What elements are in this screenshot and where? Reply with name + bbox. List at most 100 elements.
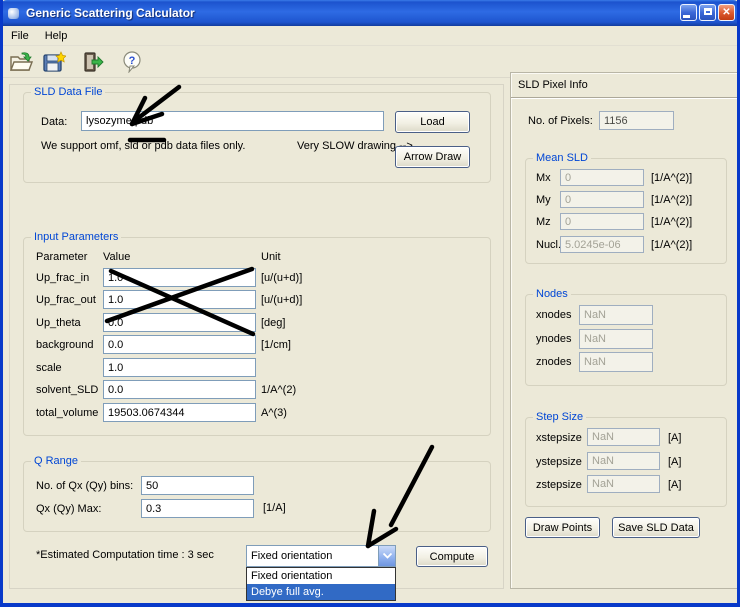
menu-help[interactable]: Help	[37, 28, 76, 44]
param-label: scale	[36, 362, 62, 374]
param-input-total-volume[interactable]	[103, 403, 256, 422]
minimize-button[interactable]	[680, 4, 697, 21]
xnodes-label: xnodes	[536, 309, 571, 321]
xnodes-field	[579, 305, 653, 325]
param-unit: [u/(u+d)]	[261, 294, 302, 306]
znodes-field	[579, 352, 653, 372]
maximize-button[interactable]	[699, 4, 716, 21]
draw-points-button[interactable]: Draw Points	[525, 517, 600, 538]
mz-unit: [1/A^(2)]	[651, 216, 692, 228]
no-of-pixels-label: No. of Pixels:	[528, 115, 593, 127]
app-icon	[8, 8, 19, 19]
close-button[interactable]: ✕	[718, 4, 735, 21]
col-header-parameter: Parameter	[36, 251, 87, 263]
help-button[interactable]: ?	[119, 49, 145, 75]
param-label: solvent_SLD	[36, 384, 98, 396]
step-size-group-title: Step Size	[533, 411, 586, 423]
q-bins-input[interactable]	[141, 476, 254, 495]
q-max-label: Qx (Qy) Max:	[36, 503, 101, 515]
help-icon: ?	[121, 51, 143, 73]
menu-bar: File Help	[3, 26, 737, 46]
save-sld-data-button[interactable]: Save SLD Data	[612, 517, 700, 538]
my-unit: [1/A^(2)]	[651, 194, 692, 206]
estimated-time-text: *Estimated Computation time : 3 sec	[36, 549, 214, 561]
nodes-group-title: Nodes	[533, 288, 571, 300]
input-parameters-group-title: Input Parameters	[31, 231, 121, 243]
mx-field	[560, 169, 644, 186]
mz-field	[560, 213, 644, 230]
param-label: Up_theta	[36, 317, 81, 329]
param-input-background[interactable]	[103, 335, 256, 354]
minimize-icon	[683, 15, 690, 18]
svg-text:?: ?	[129, 55, 136, 67]
orientation-option-debye[interactable]: Debye full avg.	[247, 584, 395, 600]
q-range-group: Q Range	[23, 461, 491, 532]
param-unit: [deg]	[261, 317, 285, 329]
file-support-note: We support omf, sld or pdb data files on…	[41, 140, 245, 152]
param-input-up-theta[interactable]	[103, 313, 256, 332]
mz-label: Mz	[536, 216, 551, 228]
ynodes-field	[579, 329, 653, 349]
mean-sld-group-title: Mean SLD	[533, 152, 591, 164]
app-window: Generic Scattering Calculator ✕ File Hel…	[0, 0, 740, 607]
ystepsize-label: ystepsize	[536, 456, 582, 468]
param-unit: [1/cm]	[261, 339, 291, 351]
param-input-solvent-sld[interactable]	[103, 380, 256, 399]
arrow-draw-button[interactable]: Arrow Draw	[395, 146, 470, 168]
menu-file[interactable]: File	[3, 28, 37, 44]
param-label: background	[36, 339, 94, 351]
compute-button[interactable]: Compute	[416, 546, 488, 567]
q-range-group-title: Q Range	[31, 455, 81, 467]
open-file-button[interactable]	[8, 49, 34, 75]
save-file-button[interactable]	[41, 49, 67, 75]
q-max-unit: [1/A]	[263, 502, 286, 514]
mx-label: Mx	[536, 172, 551, 184]
ynodes-label: ynodes	[536, 333, 571, 345]
nucl-field	[560, 236, 644, 253]
data-file-input[interactable]	[81, 111, 384, 131]
param-label: Up_frac_in	[36, 272, 89, 284]
zstepsize-unit: [A]	[668, 479, 681, 491]
orientation-select[interactable]: Fixed orientation	[246, 545, 396, 567]
znodes-label: znodes	[536, 356, 571, 368]
exit-button[interactable]	[80, 49, 106, 75]
xstepsize-unit: [A]	[668, 432, 681, 444]
chevron-down-icon	[383, 553, 392, 559]
window-title: Generic Scattering Calculator	[26, 6, 195, 20]
load-button[interactable]: Load	[395, 111, 470, 133]
data-label: Data:	[41, 116, 67, 128]
sld-data-file-group: SLD Data File	[23, 92, 491, 183]
col-header-value: Value	[103, 251, 130, 263]
param-label: Up_frac_out	[36, 294, 96, 306]
zstepsize-label: zstepsize	[536, 479, 582, 491]
param-input-up-frac-out[interactable]	[103, 290, 256, 309]
title-bar: Generic Scattering Calculator ✕	[0, 0, 740, 26]
orientation-dropdown-list: Fixed orientation Debye full avg.	[246, 567, 396, 601]
nucl-label: Nucl.	[536, 239, 561, 251]
combo-dropdown-button[interactable]	[378, 546, 395, 566]
sld-data-file-group-title: SLD Data File	[31, 86, 105, 98]
panel-separator	[511, 97, 737, 99]
maximize-icon	[704, 8, 712, 15]
open-file-icon	[9, 51, 33, 73]
param-unit: 1/A^(2)	[261, 384, 296, 396]
param-unit: [u/(u+d)]	[261, 272, 302, 284]
ystepsize-unit: [A]	[668, 456, 681, 468]
param-label: total_volume	[36, 407, 98, 419]
orientation-selected-value: Fixed orientation	[247, 550, 378, 562]
q-bins-label: No. of Qx (Qy) bins:	[36, 480, 133, 492]
no-of-pixels-field	[599, 111, 674, 130]
nucl-unit: [1/A^(2)]	[651, 239, 692, 251]
param-input-scale[interactable]	[103, 358, 256, 377]
sld-pixel-info-title: SLD Pixel Info	[518, 79, 588, 91]
q-max-input[interactable]	[141, 499, 254, 518]
param-unit: A^(3)	[261, 407, 287, 419]
my-label: My	[536, 194, 551, 206]
ystepsize-field	[587, 452, 660, 470]
param-input-up-frac-in[interactable]	[103, 268, 256, 287]
orientation-option-fixed[interactable]: Fixed orientation	[247, 568, 395, 584]
xstepsize-field	[587, 428, 660, 446]
col-header-unit: Unit	[261, 251, 281, 263]
zstepsize-field	[587, 475, 660, 493]
my-field	[560, 191, 644, 208]
